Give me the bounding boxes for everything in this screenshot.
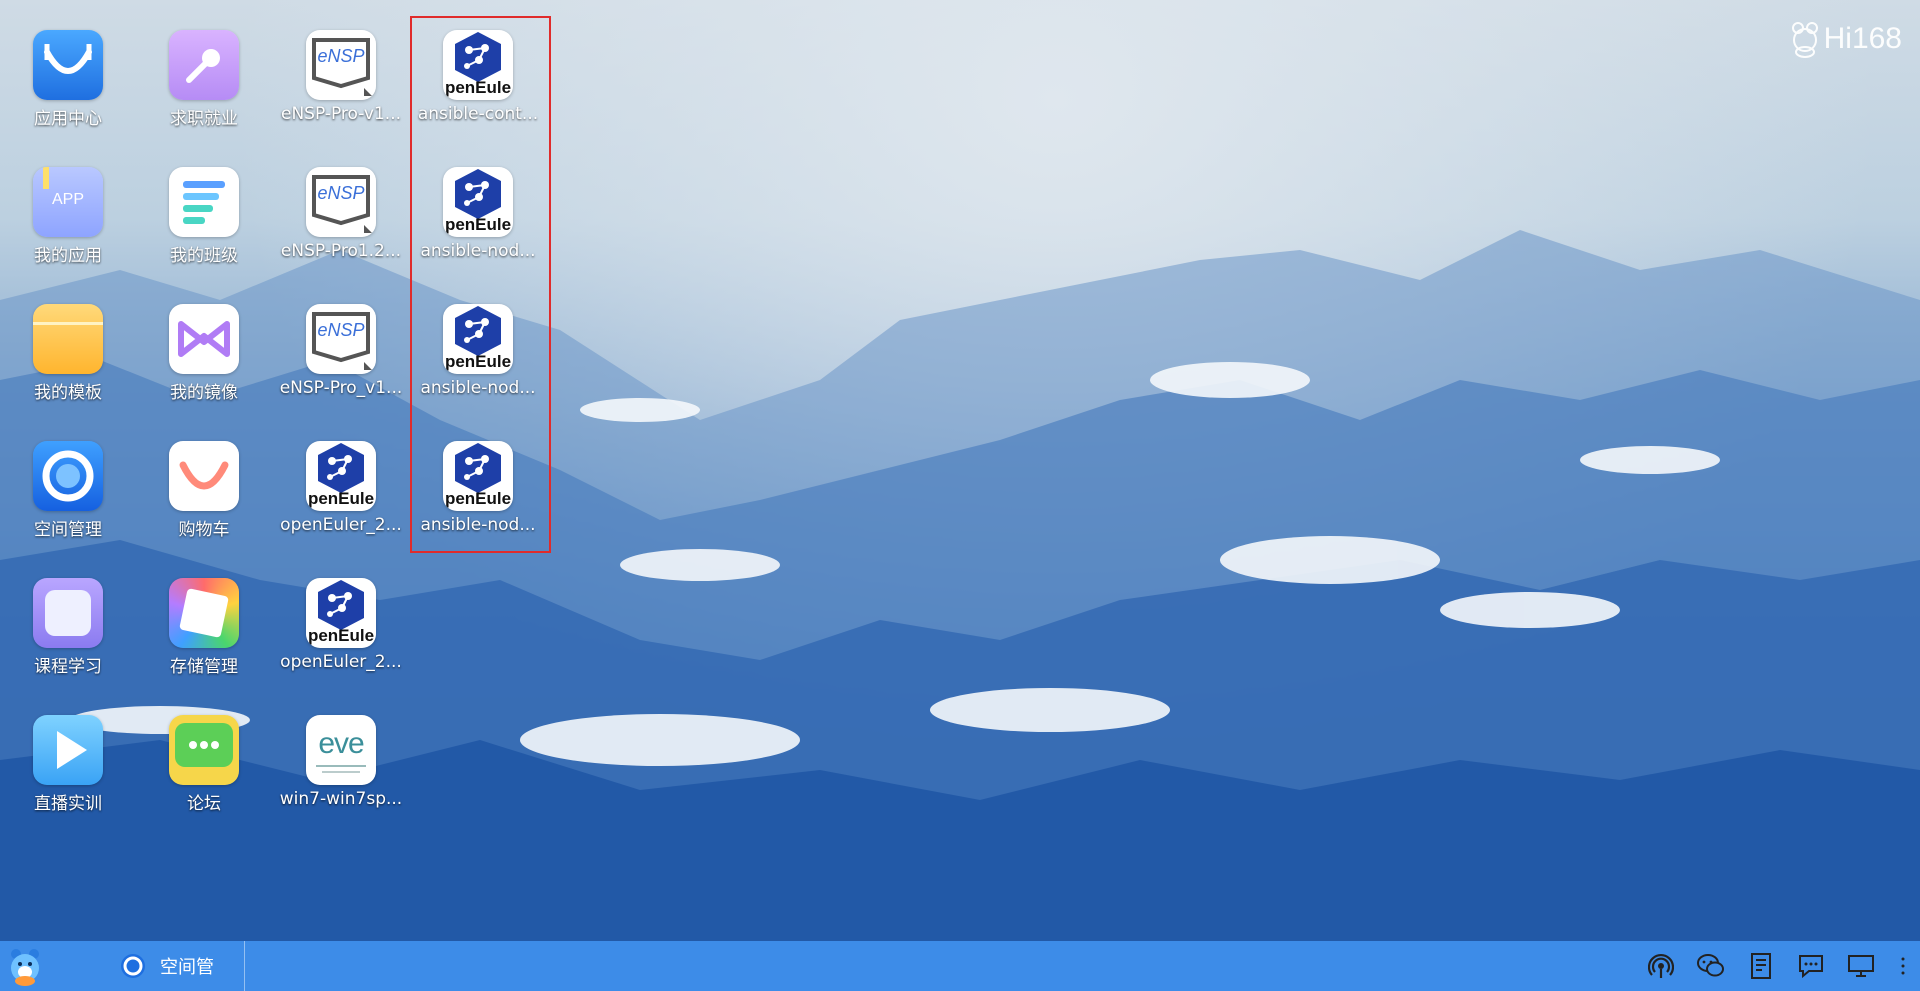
desktop-icon[interactable]: 我的班级: [136, 137, 272, 266]
desktop-icon-label: 课程学习: [34, 657, 102, 677]
desktop-icon[interactable]: eNSP eNSP-Pro1.2...: [273, 137, 409, 261]
desktop-icon[interactable]: 求职就业: [136, 0, 272, 129]
desktop-icon-label: 应用中心: [34, 109, 102, 129]
course-icon: [33, 578, 103, 648]
document-icon[interactable]: [1746, 951, 1776, 981]
desktop-icon[interactable]: 购物车: [136, 411, 272, 540]
desktop-icon[interactable]: 课程学习: [0, 548, 136, 677]
desktop-icon-label: 我的应用: [34, 246, 102, 266]
desktop-icon[interactable]: penEule openEuler_2...: [273, 411, 409, 535]
desktop-icon-label: win7-win7sp...: [279, 789, 403, 809]
space-ring-icon: [121, 954, 145, 978]
app-folder-icon: APP: [33, 167, 103, 237]
desktop-icon[interactable]: 我的镜像: [136, 274, 272, 403]
ensp-icon: eNSP: [306, 167, 376, 237]
storage-icon: [169, 578, 239, 648]
selection-rectangle: [410, 16, 551, 553]
key-icon: [169, 30, 239, 100]
desktop-icon[interactable]: eve win7-win7sp...: [273, 685, 409, 809]
chat-icon[interactable]: [1796, 951, 1826, 981]
taskbar-app-label: 空间管: [160, 957, 214, 978]
more-icon[interactable]: [1896, 951, 1910, 981]
taskbar: 空间管: [0, 941, 1920, 991]
brand-text: Hi168: [1823, 22, 1902, 55]
desktop-icon-label: 论坛: [187, 794, 221, 814]
folder-icon: [33, 304, 103, 374]
monitor-icon[interactable]: [1846, 951, 1876, 981]
desktop-icon[interactable]: 我的模板: [0, 274, 136, 403]
desktop-icon[interactable]: 论坛: [136, 685, 272, 814]
desktop-icon-label: 直播实训: [34, 794, 102, 814]
desktop-icon-label: 我的班级: [170, 246, 238, 266]
desktop-icon-label: 购物车: [178, 520, 230, 540]
desktop-icon-label: 空间管理: [34, 520, 102, 540]
desktop-icon-label: openEuler_2...: [280, 515, 402, 535]
desktop-icon[interactable]: 空间管理: [0, 411, 136, 540]
mirror-icon: [169, 304, 239, 374]
desktop-icon[interactable]: eNSP eNSP-Pro_v1...: [273, 274, 409, 398]
desktop-icon-label: openEuler_2...: [280, 652, 402, 672]
desktop-icon-label: 我的镜像: [170, 383, 238, 403]
taskbar-app-space-management[interactable]: 空间管: [120, 941, 245, 991]
desktop-icon[interactable]: penEule openEuler_2...: [273, 548, 409, 672]
store-bag-icon: [33, 30, 103, 100]
openeuler-icon: penEule: [306, 578, 376, 648]
desktop-icon-label: eNSP-Pro1.2...: [280, 241, 402, 261]
play-icon: [33, 715, 103, 785]
class-list-icon: [169, 167, 239, 237]
ensp-icon: eNSP: [306, 304, 376, 374]
start-button[interactable]: [0, 941, 50, 991]
eve-icon: eve: [306, 715, 376, 785]
desktop-icon[interactable]: 直播实训: [0, 685, 136, 814]
hotspot-icon[interactable]: [1646, 951, 1676, 981]
desktop-icon-label: 求职就业: [170, 109, 238, 129]
desktop-icon[interactable]: eNSP eNSP-Pro-v1...: [273, 0, 409, 124]
bear-logo-icon: [1791, 22, 1818, 58]
brand-logo: Hi168: [1790, 20, 1902, 58]
desktop-icon[interactable]: 应用中心: [0, 0, 136, 129]
desktop-icon-label: eNSP-Pro-v1...: [280, 104, 402, 124]
forum-chat-icon: [169, 715, 239, 785]
space-ring-icon: [33, 441, 103, 511]
desktop-icon-label: 我的模板: [34, 383, 102, 403]
desktop-icon[interactable]: 存储管理: [136, 548, 272, 677]
desktop-icon[interactable]: APP 我的应用: [0, 137, 136, 266]
desktop-icon-label: eNSP-Pro_v1...: [279, 378, 403, 398]
ensp-icon: eNSP: [306, 30, 376, 100]
bear-mascot-icon: [11, 949, 39, 986]
openeuler-icon: penEule: [306, 441, 376, 511]
system-tray: [1646, 941, 1910, 991]
desktop-icon-label: 存储管理: [170, 657, 238, 677]
wechat-icon[interactable]: [1696, 951, 1726, 981]
desktop: 应用中心 APP 我的应用我的模板空间管理课程学习直播实训 求职就业我的班级我的镜像购…: [0, 0, 1920, 941]
cart-smile-icon: [169, 441, 239, 511]
